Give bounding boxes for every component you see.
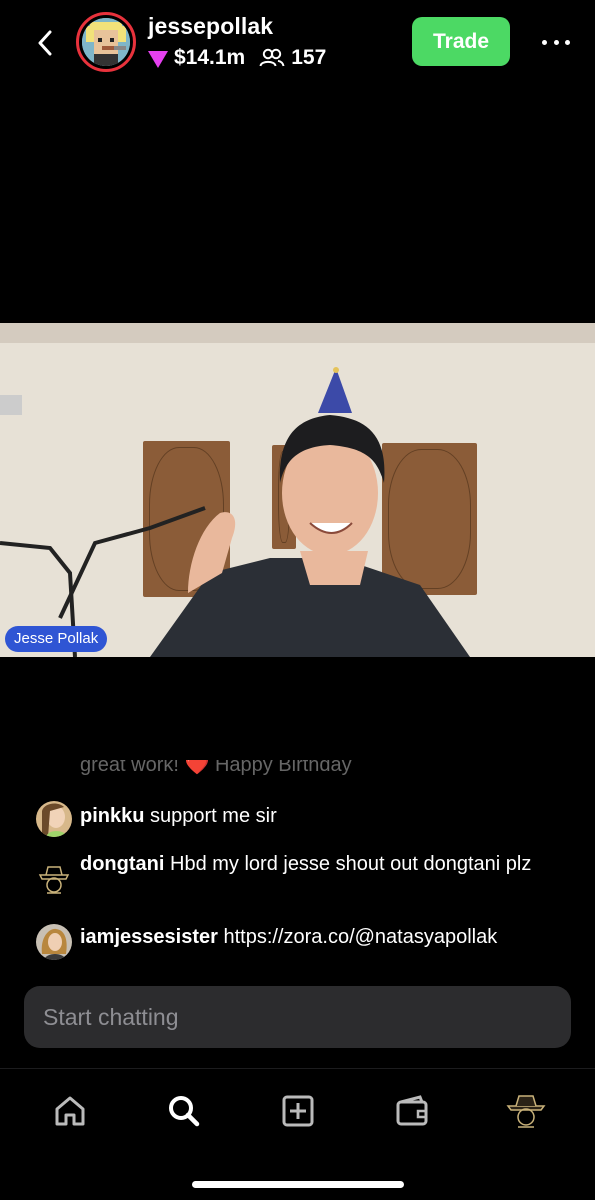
channel-username: jessepollak [148,13,274,39]
chevron-left-icon [38,30,52,56]
user-avatar[interactable] [36,924,72,960]
members-icon [259,48,285,68]
chat-username[interactable]: iamjessesister [80,926,218,948]
search-icon[interactable] [162,1089,206,1133]
back-button[interactable] [30,26,60,60]
chat-username[interactable]: pinkku [80,805,144,827]
chat-input-placeholder: Start chatting [43,1003,179,1030]
chat-text: Hbd my lord jesse shout out dongtani plz [170,853,532,875]
chat-text: support me sir [150,805,277,827]
triangle-down-icon [148,50,168,68]
live-video-stream[interactable]: Jesse Pollak [0,323,595,657]
chat-message: pinkku support me sir [36,801,550,837]
channel-stats: $14.1m 157 [148,46,326,70]
trade-button[interactable]: Trade [412,17,510,66]
top-bar: jessepollak $14.1m 157 Trade [0,0,595,90]
speaker-name-tag: Jesse Pollak [5,626,108,652]
market-value: $14.1m [174,46,246,69]
video-person-figure [0,367,470,657]
chat-username[interactable]: dongtani [80,853,164,875]
profile-avatar[interactable] [76,12,136,72]
profile-icon[interactable] [504,1089,548,1133]
chat-input[interactable]: Start chatting [24,986,571,1048]
home-icon[interactable] [48,1089,92,1133]
member-count: 157 [291,46,327,69]
user-avatar[interactable] [36,801,72,837]
more-options-icon[interactable] [538,30,574,54]
create-icon[interactable] [276,1089,320,1133]
home-indicator[interactable] [192,1181,404,1188]
faded-chat-message: great work! ❤️ Happy Birthday [80,760,352,776]
pixel-avatar-image [82,18,130,66]
user-avatar[interactable] [36,861,72,897]
chat-text[interactable]: https://zora.co/@natasyapollak [223,926,497,948]
wallet-icon[interactable] [390,1089,434,1133]
chat-message: iamjessesister https://zora.co/@natasyap… [36,922,550,960]
chat-message: dongtani Hbd my lord jesse shout out don… [36,849,550,897]
